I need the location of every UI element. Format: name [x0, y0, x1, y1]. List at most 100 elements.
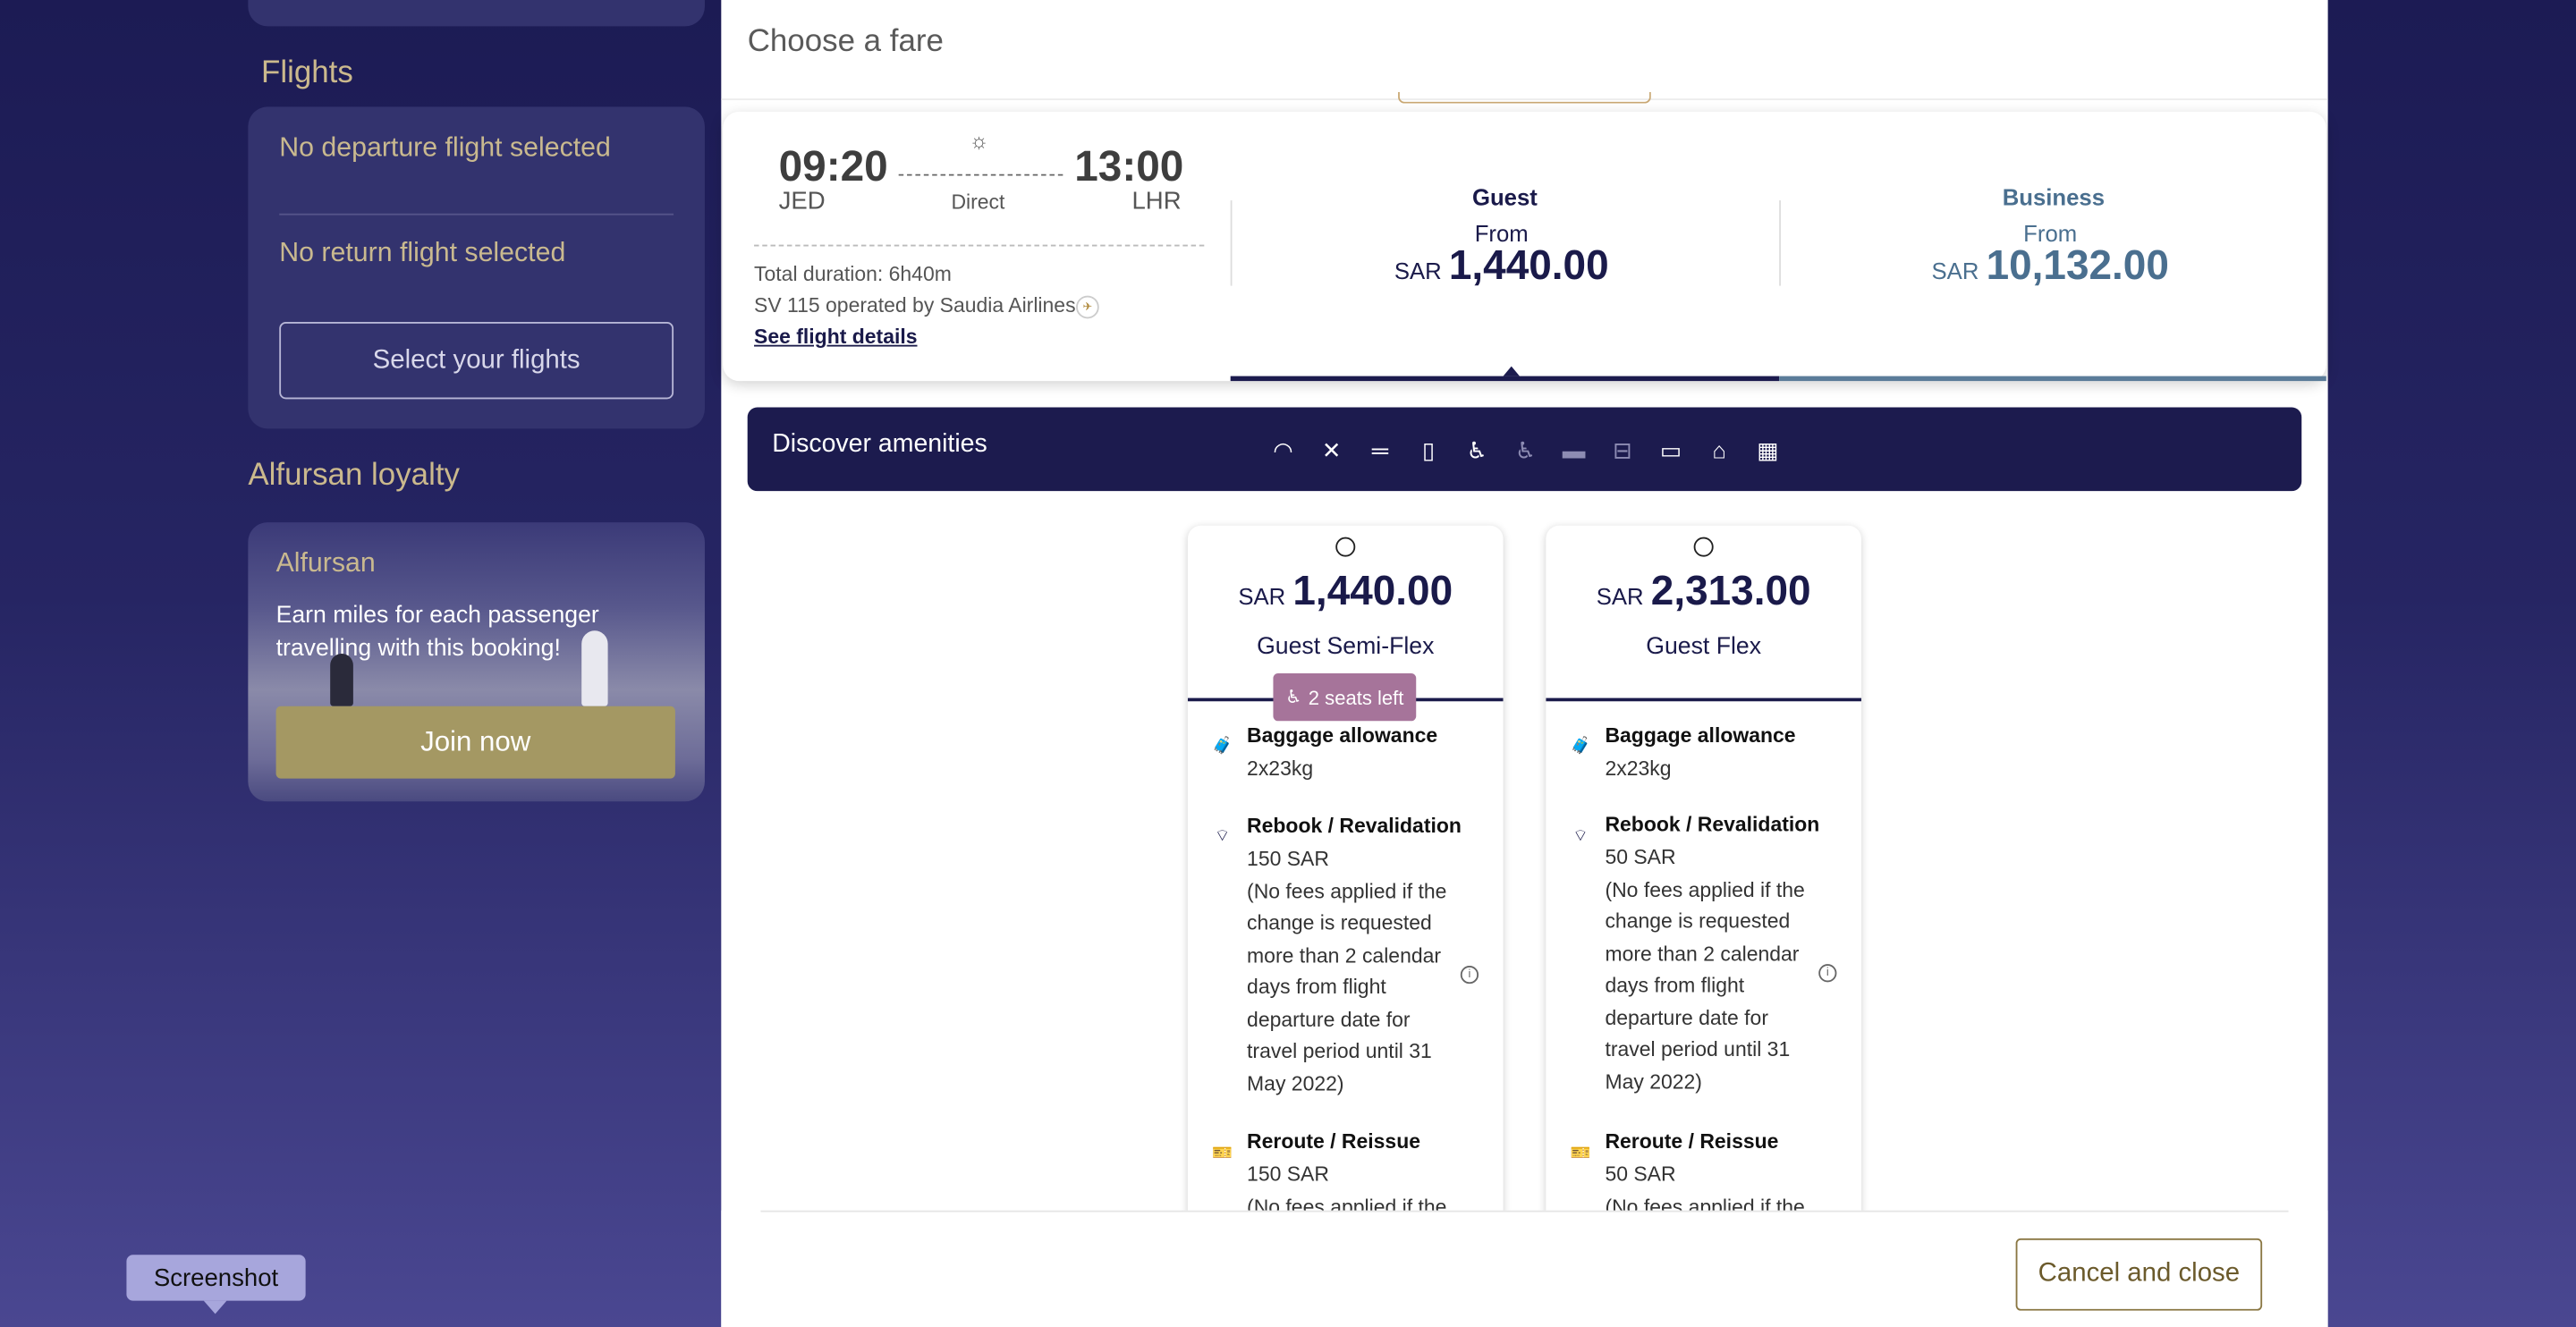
bed-icon: ⊟: [1612, 435, 1632, 463]
reroute-icon: 🎫: [1212, 1144, 1233, 1162]
footer: Cancel and close: [721, 1210, 2328, 1327]
feature-line: May 2022): [1247, 1071, 1344, 1095]
hidden-tab-edge: [1398, 91, 1651, 104]
feature-line: 150 SAR: [1247, 1162, 1329, 1187]
fare-radio[interactable]: [1335, 537, 1356, 557]
feature-line: (No fees applied if the: [1605, 877, 1805, 901]
modal-title: Choose a fare: [747, 24, 944, 60]
fare-price: SAR 2,313.00: [1546, 568, 1861, 615]
feature-line: 50 SAR: [1605, 845, 1676, 869]
fare-amount: 2,313.00: [1650, 568, 1811, 614]
info-icon[interactable]: i: [1818, 964, 1837, 983]
arrive-time: 13:00: [1074, 140, 1184, 191]
screenshot-tooltip: Screenshot: [126, 1255, 306, 1301]
loyalty-card: Alfursan Earn miles for each passenger t…: [248, 522, 705, 802]
feature-line: departure date for: [1247, 1007, 1411, 1031]
fare-amount: 1,440.00: [1292, 568, 1453, 614]
cabin-guest-active-bar: [1230, 376, 1780, 382]
baggage-icon: 🧳: [1570, 736, 1591, 755]
feature-line: 150 SAR: [1247, 847, 1329, 871]
info-icon[interactable]: i: [1460, 965, 1479, 985]
divider: [279, 213, 674, 216]
cabin-guest-name: Guest: [1471, 183, 1538, 211]
power-icon: ═: [1371, 436, 1388, 463]
active-pointer: [1503, 366, 1520, 376]
feature-title: Reroute / Reissue: [1247, 1129, 1420, 1154]
airline-logo-icon: ✈: [1076, 295, 1099, 319]
feature-lines: 50 SAR (No fees applied if the change is…: [1605, 842, 1804, 1099]
feature-line: more than 2 calendar: [1605, 942, 1800, 966]
fare-modal: Choose a fare 09:20 JED ☼ Direct 13:00 L…: [721, 0, 2328, 1327]
seat-icon: ♿: [1285, 688, 1302, 708]
feature-title: Rebook / Revalidation: [1247, 815, 1462, 838]
sun-icon: ☼: [969, 128, 989, 153]
cabin-business-amount: 10,132.00: [1986, 242, 2169, 290]
depart-time: 09:20: [778, 140, 888, 191]
loyalty-title: Alfursan loyalty: [248, 458, 460, 494]
cabin-guest-amount: 1,440.00: [1448, 242, 1609, 290]
feature-line: travel period until 31: [1247, 1039, 1432, 1063]
stops-label: Direct: [951, 190, 1005, 214]
screen-icon: ▭: [1659, 435, 1682, 463]
flights-title: Flights: [261, 55, 353, 91]
footer-divider: [760, 1210, 2289, 1213]
meal-icon: ✕: [1321, 435, 1342, 463]
feature-line: travel period until 31: [1605, 1037, 1791, 1061]
return-status: No return flight selected: [279, 238, 566, 268]
feature-line: change is requested: [1247, 911, 1432, 935]
figure-silhouette-left: [330, 654, 353, 706]
feature-line: days from flight: [1605, 974, 1745, 997]
feature-title: Baggage allowance: [1605, 723, 1796, 748]
flat-bed-icon: ▬: [1562, 436, 1586, 463]
fare-card-flex[interactable]: SAR 2,313.00 Guest Flex 🧳 Baggage allowa…: [1546, 525, 1861, 1232]
fare-radio[interactable]: [1693, 537, 1714, 557]
reroute-icon: 🎫: [1570, 1144, 1591, 1162]
fare-currency: SAR: [1238, 583, 1286, 610]
depart-code: JED: [778, 187, 826, 216]
cabin-guest-currency: SAR: [1394, 258, 1442, 284]
rebook-icon: ⌔: [1572, 826, 1589, 845]
seats-left-text: 2 seats left: [1308, 685, 1404, 709]
route-line: [898, 173, 1063, 176]
feature-line: May 2022): [1605, 1069, 1702, 1094]
cabin-guest-price: SAR 1,440.00: [1231, 243, 1773, 291]
join-now-button[interactable]: Join now: [275, 706, 675, 779]
cancel-and-close-button[interactable]: Cancel and close: [2015, 1238, 2263, 1311]
arrive-code: LHR: [1131, 187, 1182, 216]
amenities-title: Discover amenities: [772, 430, 987, 459]
figure-silhouette-right: [581, 630, 608, 706]
rebook-icon: ⌔: [1214, 826, 1231, 845]
building-icon: ▦: [1757, 435, 1779, 463]
flight-divider: [754, 244, 1205, 247]
fare-card-semi-flex[interactable]: SAR 1,440.00 Guest Semi-Flex ♿ 2 seats l…: [1187, 525, 1504, 1232]
amenity-icons: ◠ ✕ ═ ▯ ♿ ♿ ▬ ⊟ ▭ ⌂ ▦: [1268, 435, 1783, 465]
departure-status: No departure flight selected: [279, 132, 611, 163]
flights-card: No departure flight selected No return f…: [248, 106, 705, 429]
see-flight-details-link[interactable]: See flight details: [754, 325, 917, 349]
document-icon: ▯: [1421, 435, 1436, 463]
fare-name: Guest Semi-Flex: [1257, 633, 1435, 661]
loyalty-card-title: Alfursan: [275, 548, 376, 579]
feature-line: 50 SAR: [1605, 1162, 1676, 1187]
select-flights-button[interactable]: Select your flights: [279, 321, 674, 400]
recline-seat-icon: ♿: [1514, 435, 1536, 463]
seats-left-badge: ♿ 2 seats left: [1273, 673, 1417, 722]
amenities-bar[interactable]: Discover amenities ◠ ✕ ═ ▯ ♿ ♿ ▬ ⊟ ▭ ⌂ ▦: [747, 407, 2302, 492]
cabin-business[interactable]: Business From SAR 10,132.00: [1779, 177, 2326, 382]
seat-icon: ♿: [1466, 435, 1487, 463]
cabin-guest[interactable]: Guest From SAR 1,440.00: [1230, 177, 1780, 382]
feature-line: 2x23kg: [1247, 756, 1314, 781]
feature-line: more than 2 calendar: [1247, 943, 1442, 967]
feature-line: days from flight: [1247, 975, 1386, 999]
feature-lines: 150 SAR (No fees applied if the change i…: [1247, 844, 1446, 1101]
operator: SV 115 operated by Saudia Airlines: [754, 293, 1076, 317]
fare-name: Guest Flex: [1646, 633, 1762, 661]
wifi-icon: ◠: [1273, 435, 1293, 463]
duration: Total duration: 6h40m: [754, 262, 952, 286]
cabin-business-currency: SAR: [1931, 258, 1979, 284]
cabin-business-price: SAR 10,132.00: [1779, 243, 2321, 291]
feature-title: Rebook / Revalidation: [1605, 813, 1820, 836]
feature-line: (No fees applied if the: [1247, 879, 1447, 903]
baggage-icon: 🧳: [1212, 736, 1233, 755]
feature-line: change is requested: [1605, 909, 1791, 934]
